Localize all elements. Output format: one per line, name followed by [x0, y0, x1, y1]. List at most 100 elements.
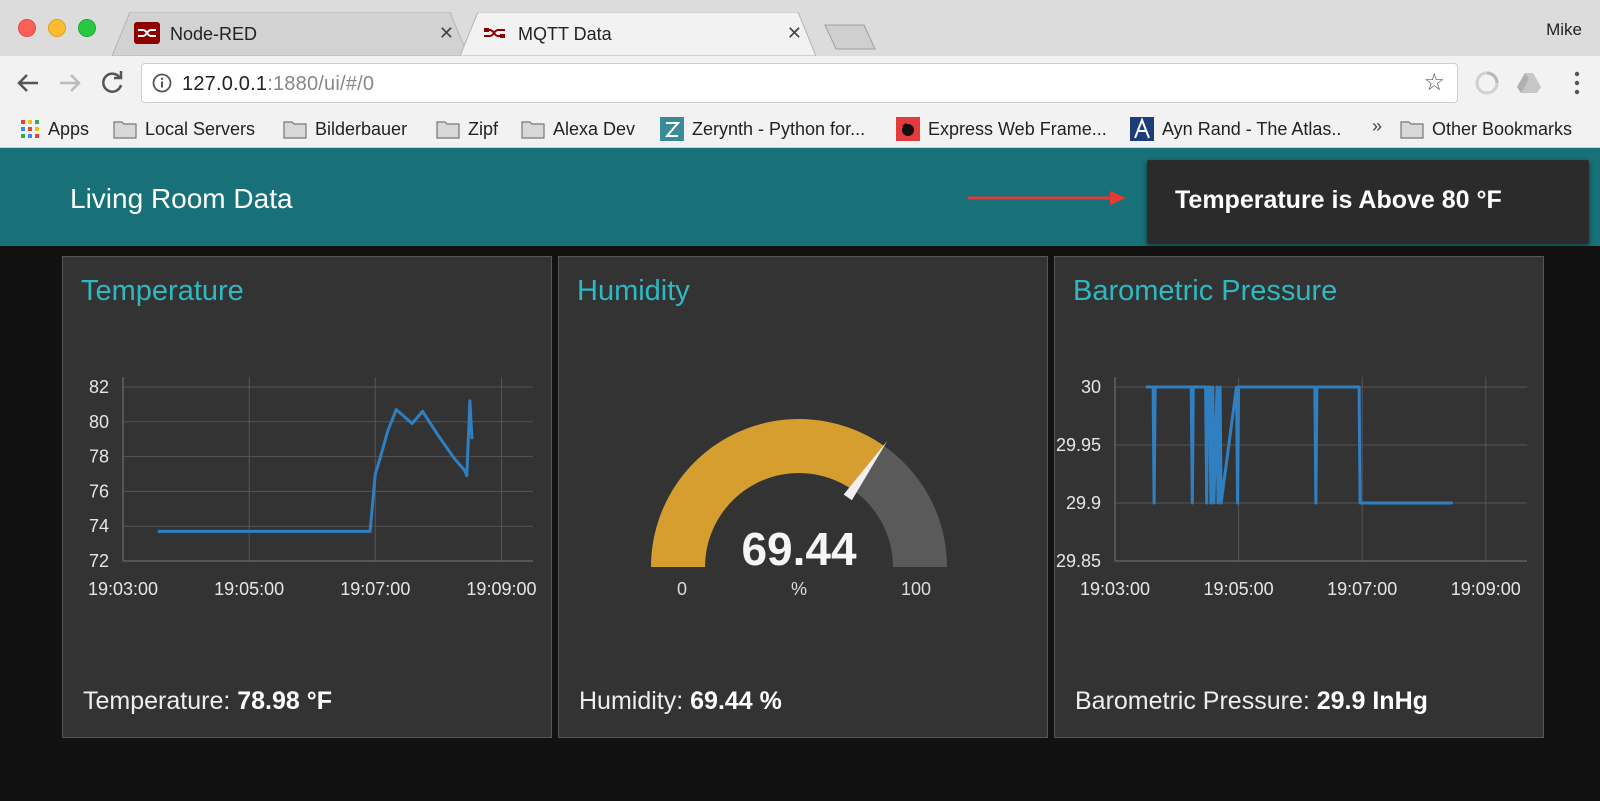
pressure-value: 29.9 InHg [1316, 687, 1428, 715]
bookmark-label: Zerynth - Python for... [692, 118, 866, 139]
bookmark-zerynth[interactable]: Zerynth - Python for... [660, 116, 865, 142]
tab-shape [112, 12, 468, 56]
bookmark-label: Zipf [468, 118, 499, 139]
bookmark-alexa-dev[interactable]: Alexa Dev [521, 116, 635, 142]
new-tab-button[interactable] [824, 24, 876, 50]
bookmark-star-icon[interactable]: ☆ [1423, 71, 1445, 95]
footer-label: Humidity: [579, 687, 691, 715]
card-title: Barometric Pressure [1073, 275, 1338, 307]
temperature-value: 78.98 °F [237, 687, 333, 715]
footer-label: Temperature: [83, 687, 238, 715]
bookmark-other-bookmarks[interactable]: Other Bookmarks [1400, 116, 1572, 142]
humidity-gauge: 69.44 % 0 100 [651, 419, 947, 599]
url-text[interactable]: 127.0.0.1:1880/ui/#/0 [182, 73, 374, 96]
profile-name[interactable]: Mike [1546, 20, 1582, 40]
x-tick-label: 19:03:00 [1080, 579, 1150, 599]
atlas-icon [1130, 117, 1154, 141]
gauge-max: 100 [901, 579, 931, 599]
bookmark-label: Local Servers [145, 118, 256, 139]
zoom-window-button[interactable] [78, 19, 96, 37]
bookmark-bilderbauer[interactable]: Bilderbauer [283, 116, 407, 142]
bookmark-apps[interactable]: Apps [20, 116, 89, 142]
y-tick-label: 29.85 [1056, 551, 1101, 571]
x-tick-label: 19:07:00 [1327, 579, 1397, 599]
y-tick-label: 80 [89, 412, 109, 432]
folder-icon [283, 121, 307, 139]
folder-icon [521, 121, 545, 139]
pressure-footer: Barometric Pressure: 29.9 InHg [1075, 687, 1428, 716]
extension-swirl-icon[interactable] [1474, 70, 1500, 96]
gauge-units: % [791, 579, 807, 599]
tab-label: MQTT Data [518, 24, 612, 44]
tab-shape [460, 12, 816, 56]
x-tick-label: 19:03:00 [88, 579, 158, 599]
minimize-window-button[interactable] [48, 19, 66, 37]
card-title: Humidity [577, 275, 690, 307]
card-title: Temperature [81, 275, 244, 307]
footer-label: Barometric Pressure: [1075, 687, 1317, 715]
tab-node-red[interactable]: Node-RED ✕ [112, 12, 468, 56]
gauge-value: 69.44 [741, 523, 857, 575]
close-tab-icon[interactable]: ✕ [787, 23, 802, 44]
x-tick-label: 19:09:00 [466, 579, 536, 599]
humidity-card: Humidity 69.44 % 0 100 Humidity: 69.44 % [558, 256, 1048, 738]
url-path: :1880/ui/#/0 [267, 73, 375, 95]
y-tick-label: 30 [1081, 377, 1101, 397]
temperature-card: Temperature 82 80 78 76 74 72 19:03:00 19:05:00… [62, 256, 552, 738]
series-line [157, 399, 474, 533]
google-drive-icon[interactable] [1516, 70, 1542, 96]
x-tick-label: 19:05:00 [1204, 579, 1274, 599]
express-icon [896, 117, 920, 141]
humidity-footer: Humidity: 69.44 % [579, 687, 782, 716]
y-tick-label: 74 [89, 516, 109, 536]
folder-icon [436, 121, 460, 139]
bookmark-label: Alexa Dev [553, 118, 636, 139]
close-tab-icon[interactable]: ✕ [439, 23, 454, 44]
tab-label: Node-RED [170, 24, 258, 44]
bookmark-label: Bilderbauer [315, 118, 408, 139]
x-tick-label: 19:05:00 [214, 579, 284, 599]
y-tick-label: 82 [89, 377, 109, 397]
apps-grid-icon [21, 120, 39, 138]
forward-arrow-icon[interactable] [56, 69, 84, 97]
folder-icon [113, 121, 137, 139]
bookmark-zipf[interactable]: Zipf [436, 116, 498, 142]
browser-toolbar: 127.0.0.1:1880/ui/#/0 ☆ [0, 56, 1600, 110]
browser-titlebar: Node-RED ✕ MQTT Data ✕ Mike [0, 0, 1600, 56]
bookmark-label: Apps [48, 118, 90, 139]
zerynth-icon [660, 117, 684, 141]
gauge-min: 0 [677, 579, 687, 599]
y-tick-label: 29.95 [1056, 435, 1101, 455]
node-red-icon [134, 22, 160, 44]
pressure-card: Barometric Pressure 30 29.95 29.9 29.85 19:0… [1054, 256, 1544, 738]
dashboard-title: Living Room Data [70, 183, 293, 214]
x-tick-label: 19:09:00 [1451, 579, 1521, 599]
notification-toast[interactable]: Temperature is Above 80 °F [1147, 160, 1589, 244]
bookmark-label: Other Bookmarks [1432, 118, 1573, 139]
humidity-value: 69.44 % [690, 687, 782, 715]
red-arrow-annotation [968, 191, 1126, 205]
y-tick-label: 76 [89, 481, 109, 501]
reload-icon[interactable] [98, 69, 126, 97]
bookmarks-bar: Apps Local Servers Bilderbauer Zipf Alex… [0, 110, 1600, 148]
address-bar[interactable]: 127.0.0.1:1880/ui/#/0 ☆ [141, 63, 1458, 103]
bookmark-ayn-rand[interactable]: Ayn Rand - The Atlas.. [1130, 116, 1341, 142]
bookmarks-overflow-chevron[interactable]: » [1372, 116, 1382, 137]
folder-icon [1400, 121, 1424, 139]
menu-kebab-icon[interactable] [1574, 71, 1580, 95]
bookmark-local-servers[interactable]: Local Servers [113, 116, 255, 142]
x-tick-label: 19:07:00 [340, 579, 410, 599]
temperature-chart[interactable]: 82 80 78 76 74 72 19:03:00 19:05:00 19:07:00 19:0… [63, 365, 551, 635]
y-tick-label: 72 [89, 551, 109, 571]
y-tick-label: 29.9 [1066, 493, 1101, 513]
y-tick-label: 78 [89, 447, 109, 467]
notification-text: Temperature is Above 80 °F [1175, 186, 1502, 214]
tab-mqtt-data[interactable]: MQTT Data ✕ [460, 12, 816, 56]
info-icon[interactable] [152, 73, 172, 93]
close-window-button[interactable] [18, 19, 36, 37]
temperature-footer: Temperature: 78.98 °F [83, 687, 332, 716]
bookmark-label: Express Web Frame... [928, 118, 1107, 139]
bookmark-express[interactable]: Express Web Frame... [896, 116, 1107, 142]
back-arrow-icon[interactable] [14, 69, 42, 97]
pressure-chart[interactable]: 30 29.95 29.9 29.85 19:03:00 19:05:00 19:07:00… [1055, 365, 1543, 635]
